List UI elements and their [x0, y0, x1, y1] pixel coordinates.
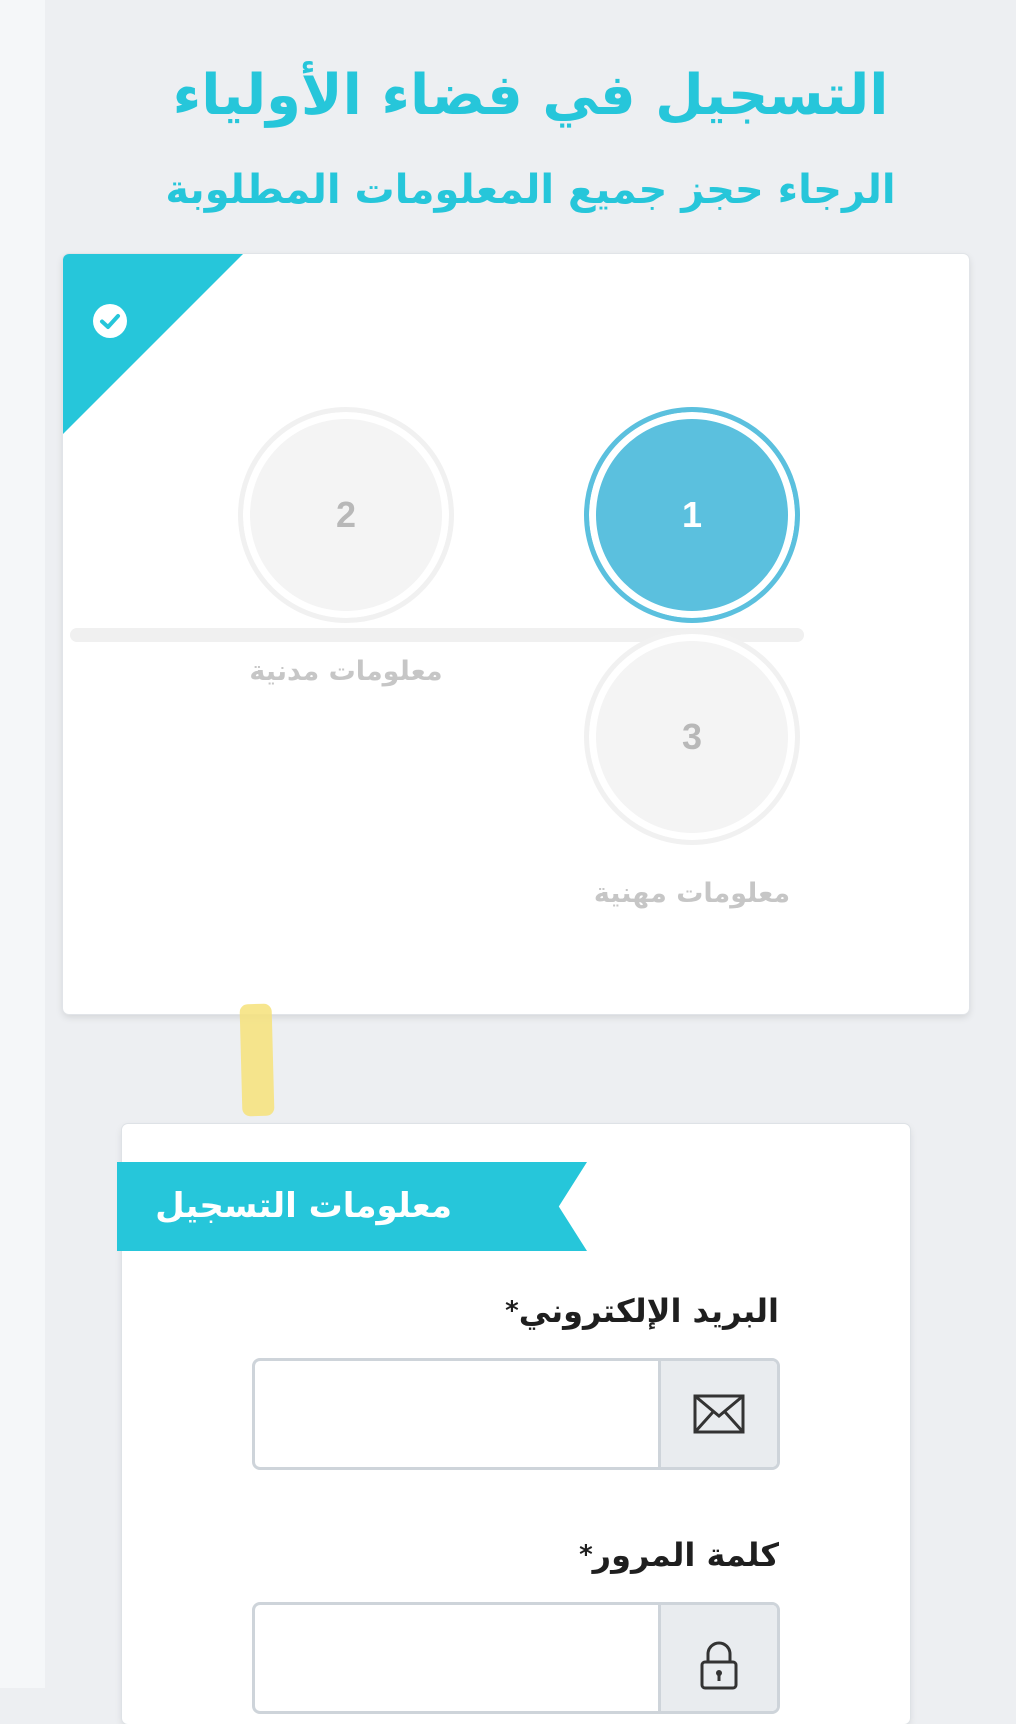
step-2-label: معلومات مدنية	[249, 656, 443, 687]
page-title: التسجيل في فضاء الأولياء	[172, 63, 889, 128]
section-title: معلومات التسجيل	[155, 1186, 452, 1226]
email-label: البريد الإلكتروني*	[505, 1286, 779, 1336]
lock-icon	[700, 1641, 738, 1690]
step-3-circle[interactable]: 3	[584, 629, 800, 845]
password-input-group	[252, 1602, 780, 1714]
email-label-text: البريد الإلكتروني	[518, 1292, 779, 1330]
corner-ribbon	[63, 254, 243, 434]
password-label-text: كلمة المرور	[592, 1536, 779, 1574]
email-input[interactable]	[255, 1361, 657, 1467]
step-1-circle[interactable]: 1	[584, 407, 800, 623]
steps-card: 1 2 معلومات مدنية 3 معلومات مهنية	[63, 254, 969, 1014]
email-addon	[658, 1361, 777, 1467]
password-input[interactable]	[255, 1605, 657, 1711]
step-2-circle[interactable]: 2	[238, 407, 454, 623]
section-ribbon: معلومات التسجيل	[117, 1162, 587, 1251]
email-required-mark: *	[505, 1296, 519, 1326]
envelope-icon	[693, 1394, 745, 1434]
password-addon	[658, 1605, 777, 1711]
left-edge-strip	[0, 0, 45, 1688]
page-subtitle: الرجاء حجز جميع المعلومات المطلوبة	[165, 167, 896, 213]
step-3-label: معلومات مهنية	[593, 878, 791, 909]
check-circle-icon	[93, 304, 127, 338]
password-label: كلمة المرور*	[579, 1530, 779, 1580]
email-input-group	[252, 1358, 780, 1470]
password-required-mark: *	[579, 1540, 593, 1570]
highlighter-mark	[239, 1003, 275, 1117]
